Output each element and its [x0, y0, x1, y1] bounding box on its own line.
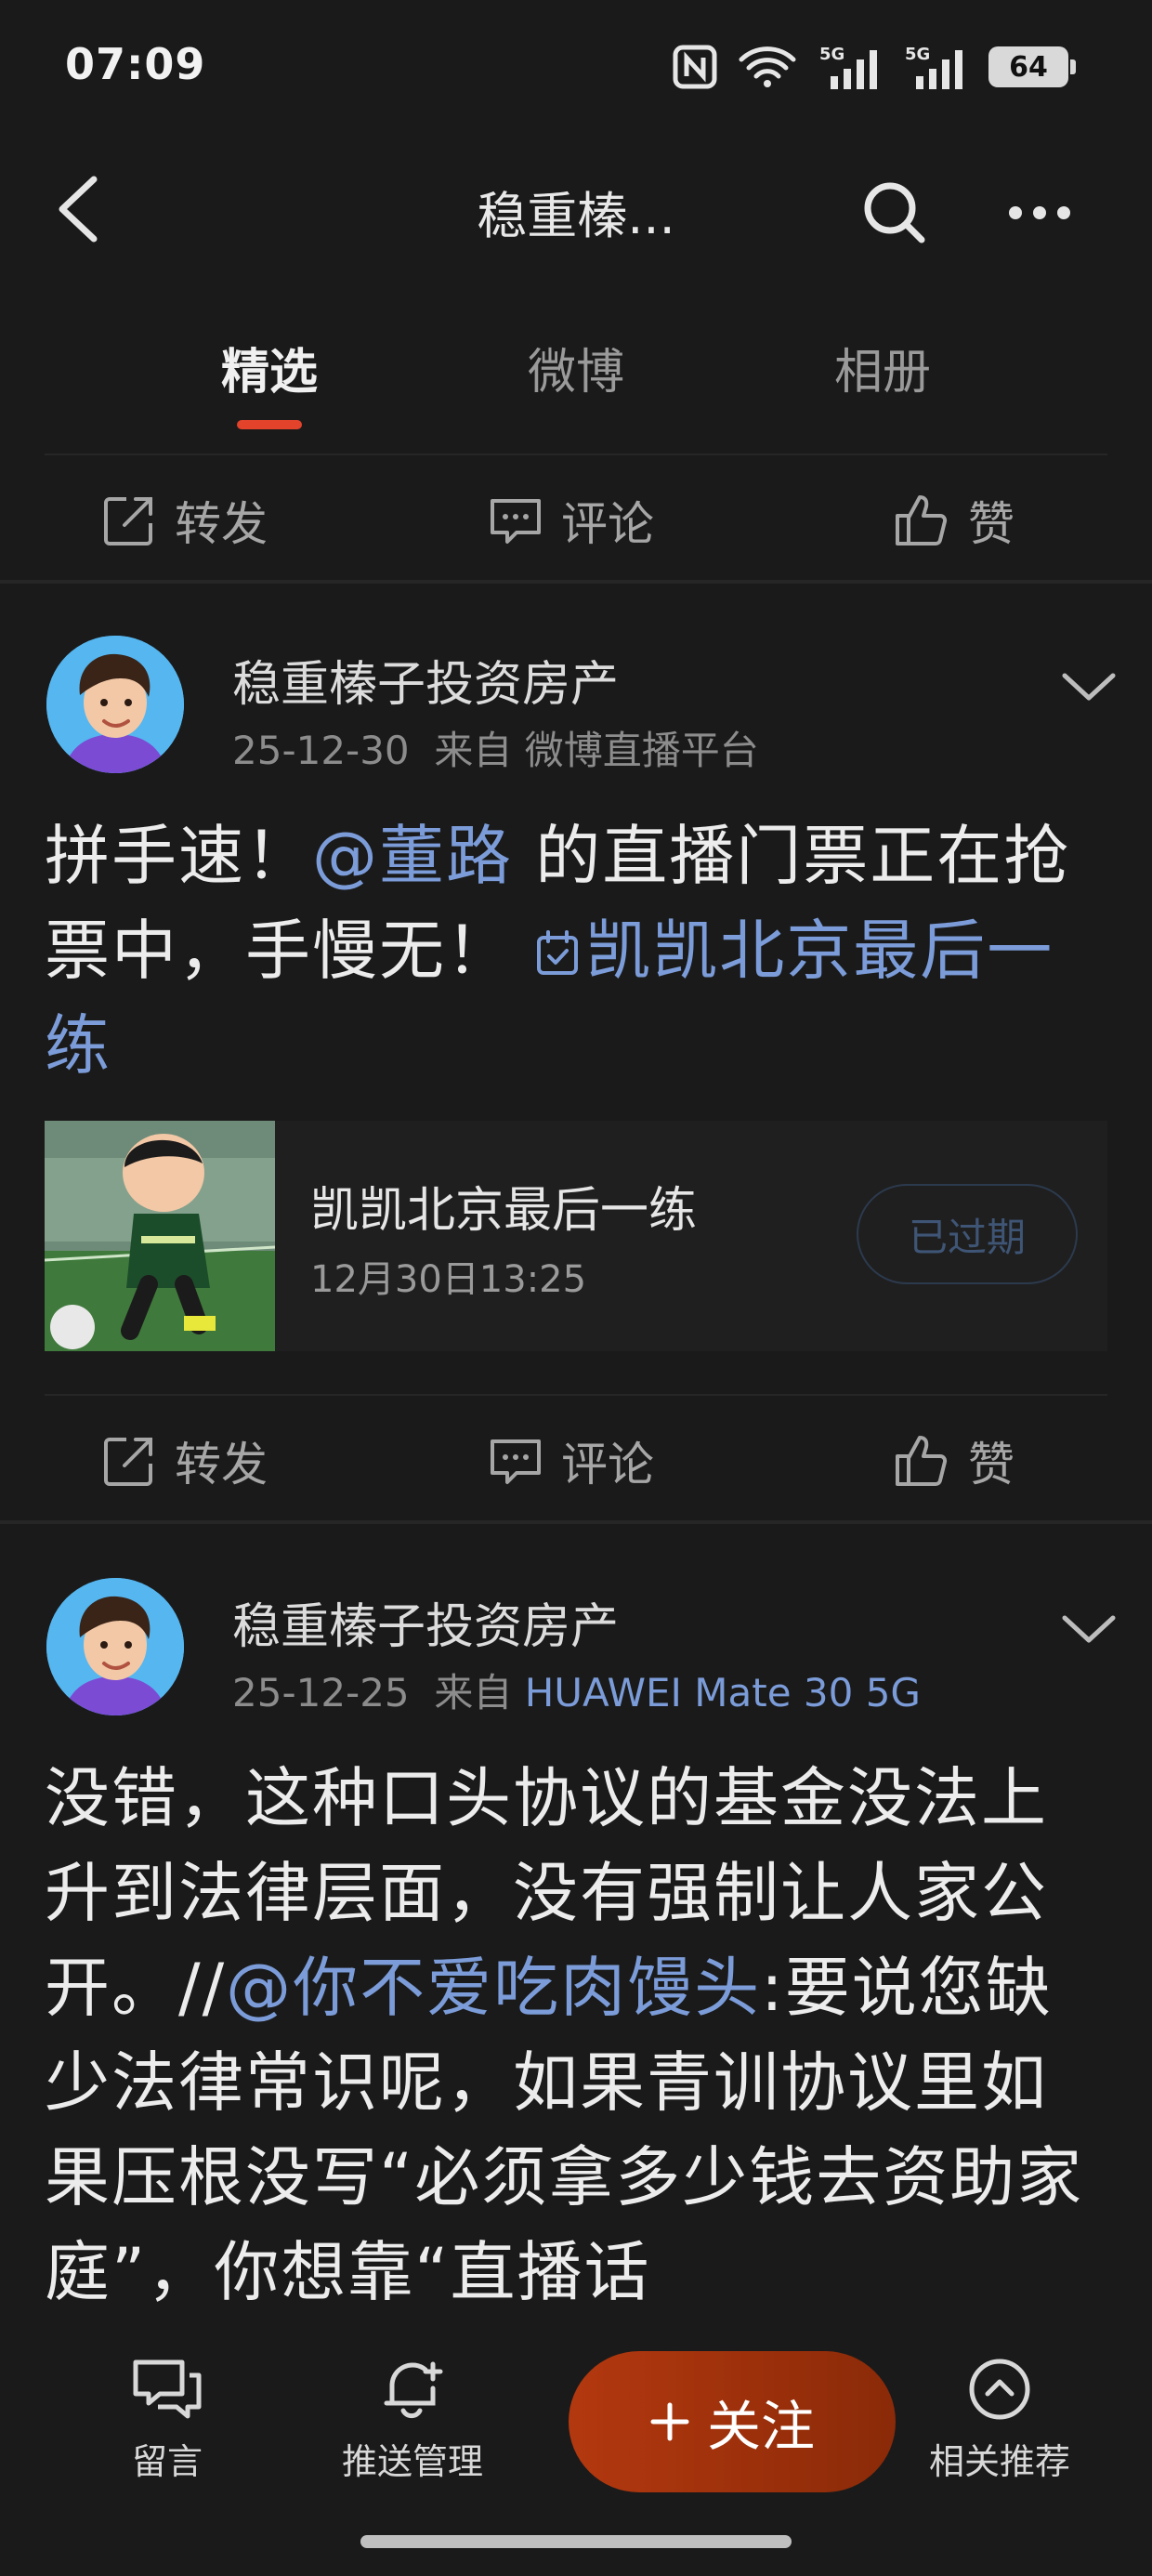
more-button[interactable]: [998, 171, 1081, 255]
tab-album[interactable]: 相册: [834, 333, 931, 402]
comment-label: 评论: [561, 1438, 654, 1492]
repost-button[interactable]: 转发: [102, 465, 268, 576]
message-button[interactable]: 留言: [74, 2357, 260, 2484]
repost-icon: [104, 497, 152, 545]
post-source-link[interactable]: HUAWEI Mate 30 5G: [525, 1670, 921, 1715]
like-label: 赞: [968, 1438, 1015, 1492]
comment-icon: [491, 499, 541, 544]
section-separator: [0, 1520, 1152, 1524]
avatar-cartoon-image: [46, 1578, 184, 1715]
tab-weibo[interactable]: 微博: [528, 333, 624, 402]
post-date: 25-12-30: [232, 728, 410, 773]
post-date: 25-12-25: [232, 1670, 410, 1715]
calendar-check-icon: [537, 930, 579, 975]
related-recommend-button[interactable]: 相关推荐: [907, 2357, 1093, 2484]
bottom-bar: 留言 推送管理 关注 相关推荐: [0, 2323, 1152, 2576]
message-label: 留言: [131, 2441, 203, 2482]
thumbs-up-icon: [896, 1436, 948, 1486]
post-meta: 25-12-25 来自 HUAWEI Mate 30 5G: [232, 1662, 921, 1718]
repost-button[interactable]: 转发: [102, 1405, 268, 1517]
bell-add-icon: [384, 2361, 443, 2419]
post-author[interactable]: 稳重榛子投资房产: [232, 1587, 619, 1657]
page-title: 稳重榛...: [477, 187, 675, 245]
post-options-button[interactable]: [1059, 1600, 1119, 1660]
post-options-button[interactable]: [1059, 658, 1119, 717]
message-icon: [133, 2359, 202, 2419]
expired-button[interactable]: 已过期: [857, 1184, 1078, 1284]
tab-featured[interactable]: 精选: [221, 333, 318, 402]
live-event-card[interactable]: 凯凯北京最后一练 12月30日13:25 已过期: [45, 1121, 1107, 1351]
push-settings-button[interactable]: 推送管理: [320, 2357, 505, 2484]
comment-button[interactable]: 评论: [489, 465, 654, 576]
mention-link[interactable]: @你不爱吃肉馒头: [226, 1950, 761, 2026]
post-text-part: 拼手速！: [45, 818, 312, 894]
plus-icon: [650, 2402, 689, 2441]
tab-active-indicator: [237, 420, 302, 429]
signal-5g-icon-2: 5G: [905, 45, 962, 89]
follow-label: 关注: [706, 2395, 815, 2458]
nfc-icon: [673, 45, 717, 89]
battery-level: 64: [1009, 50, 1048, 84]
post-header: 稳重榛子投资房产 25-12-30 来自 微博直播平台: [0, 636, 1152, 794]
section-separator: [0, 580, 1152, 584]
thumbs-up-icon: [896, 495, 948, 545]
status-bar: 07:09 5G 5G 64: [0, 0, 1152, 130]
post-author[interactable]: 稳重榛子投资房产: [232, 645, 619, 715]
push-settings-label: 推送管理: [341, 2441, 483, 2482]
follow-button[interactable]: 关注: [569, 2351, 896, 2492]
like-label: 赞: [968, 497, 1015, 551]
post-source-prefix: 来自: [434, 1670, 513, 1715]
repost-icon: [104, 1438, 152, 1486]
comment-button[interactable]: 评论: [489, 1405, 654, 1517]
battery-indicator: 64: [988, 46, 1076, 87]
post-meta: 25-12-30 来自 微博直播平台: [232, 719, 759, 776]
like-button[interactable]: 赞: [894, 465, 1015, 576]
post-source: 微博直播平台: [524, 728, 759, 773]
top-bar: 稳重榛...: [0, 158, 1152, 260]
repost-label: 转发: [175, 497, 268, 551]
wifi-icon: [739, 46, 796, 87]
post-header: 稳重榛子投资房产 25-12-25 来自 HUAWEI Mate 30 5G: [0, 1578, 1152, 1736]
comment-icon: [491, 1439, 541, 1484]
like-button[interactable]: 赞: [894, 1405, 1015, 1517]
chevron-down-icon: [1062, 673, 1116, 701]
divider: [45, 1394, 1107, 1396]
avatar[interactable]: [46, 1578, 184, 1715]
post-text: 拼手速！@董路 的直播门票正在抢票中，手慢无！ 凯凯北京最后一练: [45, 808, 1113, 1093]
signal-5g-icon-1: 5G: [819, 45, 877, 89]
more-dots-icon: [1009, 206, 1070, 219]
mention-link[interactable]: @董路: [312, 818, 513, 894]
card-thumbnail: [45, 1121, 275, 1351]
comment-label: 评论: [561, 497, 654, 551]
tab-bar: 精选 微博 相册: [0, 325, 1152, 446]
status-icons: 5G 5G 64: [673, 41, 1076, 93]
card-title: 凯凯北京最后一练: [310, 1183, 698, 1239]
avatar[interactable]: [46, 636, 184, 773]
card-time: 12月30日13:25: [310, 1258, 587, 1301]
avatar-cartoon-image: [46, 636, 184, 773]
related-recommend-label: 相关推荐: [928, 2441, 1070, 2482]
post-source-prefix: 来自: [434, 728, 513, 773]
action-row-previous: 转发 评论 赞: [0, 465, 1152, 576]
divider: [45, 453, 1107, 455]
home-indicator[interactable]: [360, 2535, 792, 2548]
svg-text:5G: 5G: [905, 45, 930, 64]
action-row-post1: 转发 评论 赞: [0, 1405, 1152, 1517]
search-button[interactable]: [853, 171, 936, 255]
post-text: 没错，这种口头协议的基金没法上升到法律层面，没有强制让人家公开。//@你不爱吃肉…: [45, 1751, 1113, 2320]
repost-label: 转发: [175, 1438, 268, 1492]
status-time: 07:09: [65, 39, 206, 89]
chevron-up-circle-icon: [969, 2359, 1030, 2420]
search-icon: [864, 182, 925, 243]
svg-text:5G: 5G: [819, 45, 844, 64]
chevron-down-icon: [1062, 1615, 1116, 1643]
soccer-kid-image: [45, 1121, 275, 1351]
